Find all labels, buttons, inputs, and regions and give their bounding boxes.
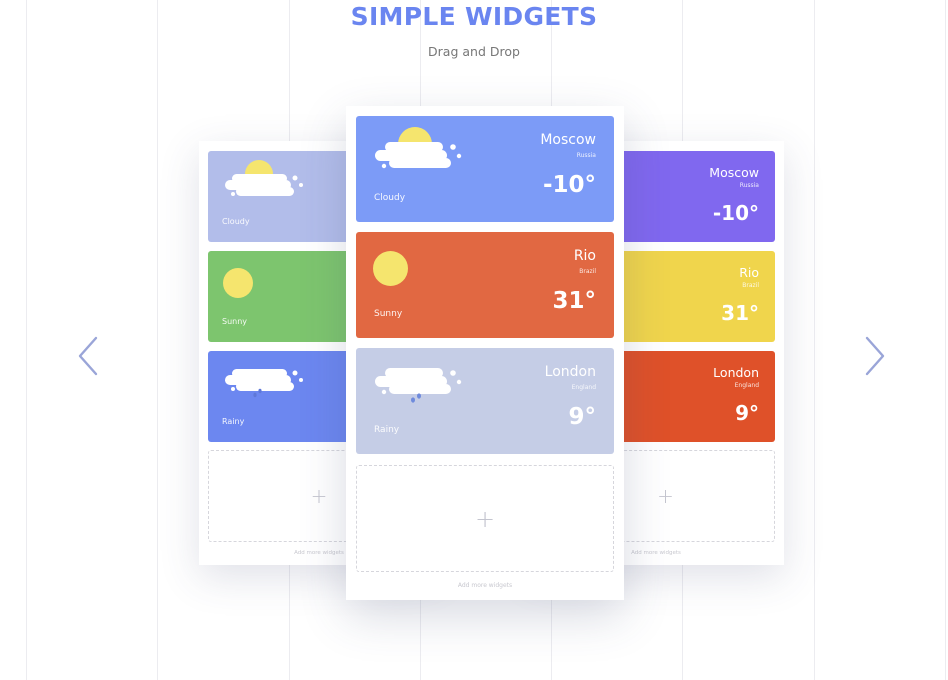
widget-condition: Cloudy (222, 217, 250, 226)
widget-temp: 31° (721, 301, 759, 325)
widget-card-moscow[interactable]: Cloudy Moscow Russia -10° (356, 116, 614, 222)
widget-temp: 9° (568, 404, 596, 430)
plus-icon: + (657, 484, 674, 508)
sun-icon (373, 251, 408, 286)
widget-condition: Sunny (374, 309, 403, 319)
cloud-icon (375, 142, 462, 169)
plus-icon: + (474, 504, 496, 533)
phone-center: Cloudy Moscow Russia -10° Sunny Rio Braz… (346, 106, 624, 600)
widget-condition: Rainy (374, 425, 400, 435)
widget-temp: 9° (735, 401, 759, 425)
widget-card-rio[interactable]: Sunny Rio Brazil 31° (356, 232, 614, 338)
grid-line (814, 0, 815, 680)
sun-icon (223, 268, 253, 298)
page-subtitle: Drag and Drop (428, 44, 520, 59)
widget-card-london[interactable]: Rainy London England 9° (356, 348, 614, 454)
widget-country: Brazil (579, 268, 596, 275)
grid-line (945, 0, 946, 680)
widget-country: Russia (576, 152, 596, 159)
chevron-right-icon (865, 336, 885, 376)
widget-temp: -10° (712, 201, 759, 225)
widget-country: England (734, 382, 759, 389)
chevron-left-icon (78, 336, 98, 376)
page-title: SIMPLE WIDGETS (350, 2, 598, 31)
add-widgets-label: Add more widgets (457, 582, 513, 589)
widget-condition: Sunny (222, 317, 248, 326)
widget-city: Moscow (709, 165, 759, 180)
widget-country: Brazil (742, 282, 759, 289)
widget-temp: -10° (542, 172, 596, 198)
widget-city: London (713, 365, 759, 380)
widget-city: Moscow (540, 132, 596, 148)
grid-line (26, 0, 27, 680)
plus-icon: + (310, 484, 328, 508)
rain-cloud-icon (375, 368, 462, 403)
next-button[interactable] (861, 336, 889, 376)
widget-city: Rio (739, 265, 759, 280)
widget-city: Rio (573, 248, 596, 264)
add-widget-slot[interactable]: + (356, 465, 614, 572)
prev-button[interactable] (74, 336, 102, 376)
widget-temp: 31° (552, 288, 596, 314)
widget-country: England (571, 384, 596, 391)
rain-cloud-icon (225, 369, 303, 398)
cloud-icon (225, 174, 303, 196)
widget-country: Russia (739, 182, 759, 189)
widget-condition: Rainy (222, 417, 245, 426)
widget-condition: Cloudy (374, 193, 406, 203)
widget-city: London (544, 364, 596, 380)
grid-line (157, 0, 158, 680)
